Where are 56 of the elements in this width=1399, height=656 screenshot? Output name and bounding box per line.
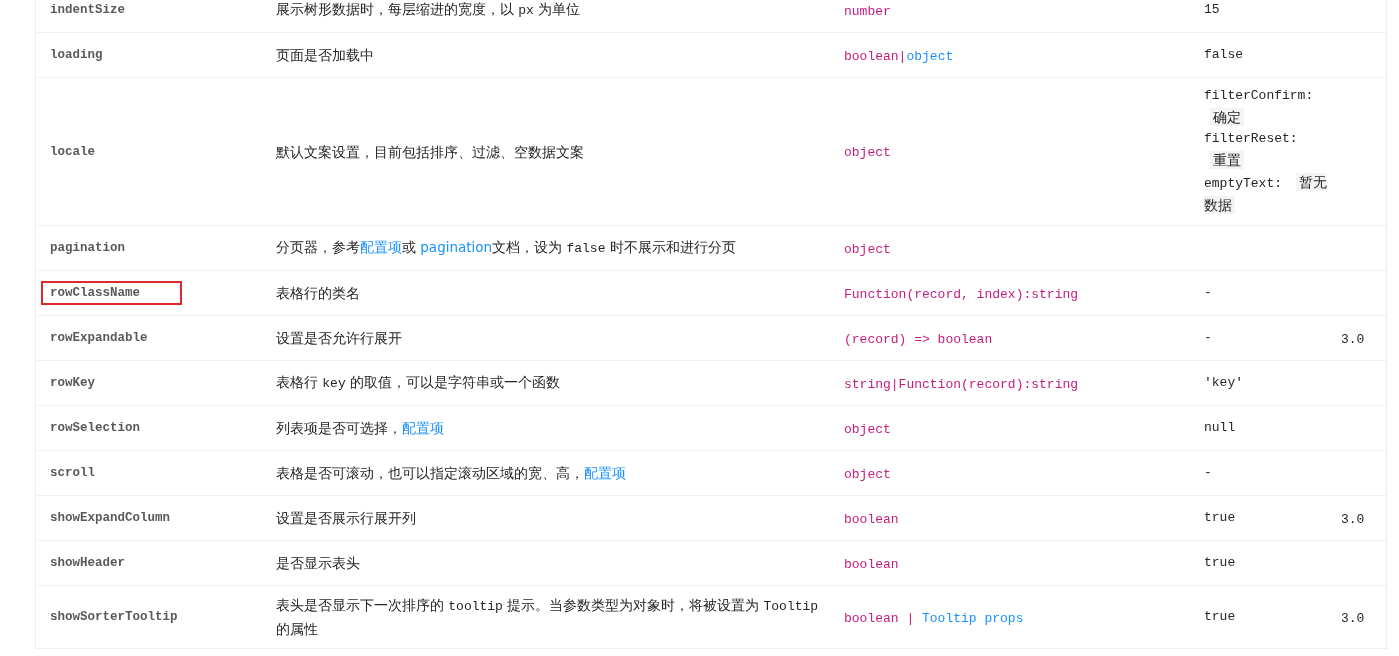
prop-name: locale — [49, 143, 96, 161]
description-text: 展示树形数据时，每层缩进的宽度，以 px 为单位 — [276, 1, 581, 17]
prop-name: showExpandColumn — [49, 510, 172, 527]
description-text: 表头是否显示下一次排序的 tooltip 提示。当参数类型为对象时，将被设置为 Tooltip 的属性 — [276, 597, 819, 637]
doc-link[interactable]: pagination — [420, 239, 493, 255]
version-text: 3.0 — [1341, 511, 1365, 527]
description-text: 页面是否加载中 — [276, 47, 374, 63]
doc-link[interactable]: 配置项 — [584, 465, 626, 481]
default-value: true — [1204, 607, 1237, 626]
prop-name: showSorterTooltip — [49, 609, 179, 626]
type-text: string|Function(record):string — [844, 376, 1079, 392]
doc-link[interactable]: 配置项 — [402, 420, 444, 436]
default-value: - — [1204, 283, 1213, 302]
default-value: 15 — [1204, 0, 1221, 19]
type-text: Function(record, index):string — [844, 286, 1079, 302]
description-text: 默认文案设置，目前包括排序、过滤、空数据文案 — [276, 143, 584, 160]
doc-link[interactable]: 配置项 — [360, 239, 402, 255]
description-text: 表格行的类名 — [276, 285, 360, 301]
prop-name: rowKey — [49, 375, 96, 392]
prop-name: scroll — [49, 465, 96, 482]
description-text: 表格行 key 的取值，可以是字符串或一个函数 — [276, 374, 560, 390]
type-text: object — [844, 421, 891, 437]
version-text: 3.0 — [1341, 331, 1365, 347]
type-link[interactable]: Tooltip props — [922, 610, 1024, 626]
type-text: number — [844, 3, 891, 19]
description-text: 分页器，参考配置项或 pagination文档，设为 false 时不展示和进行分页 — [276, 239, 736, 255]
default-value: null — [1204, 418, 1237, 437]
default-value: - — [1204, 463, 1213, 482]
type-text: (record) => boolean — [844, 331, 993, 347]
description-text: 是否显示表头 — [276, 555, 360, 571]
default-value: false — [1204, 45, 1244, 64]
type-link[interactable]: object — [906, 48, 954, 64]
prop-name: rowClassName — [41, 281, 182, 305]
description-text: 表格是否可滚动，也可以指定滚动区域的宽、高，配置项 — [276, 465, 626, 481]
type-text: boolean|object — [844, 48, 954, 64]
type-text: boolean — [844, 556, 899, 572]
prop-name: rowSelection — [49, 420, 141, 437]
type-text: boolean | Tooltip props — [844, 610, 1024, 626]
prop-name: loading — [49, 47, 104, 64]
description-text: 设置是否展示行展开列 — [276, 510, 416, 526]
description-text: 列表项是否可选择，配置项 — [276, 420, 444, 436]
version-text: 3.0 — [1341, 610, 1365, 626]
description-text: 设置是否允许行展开 — [276, 330, 402, 346]
default-value: - — [1204, 328, 1213, 347]
default-value: 'key' — [1204, 373, 1244, 392]
prop-name: showHeader — [49, 555, 126, 572]
type-text: object — [844, 466, 891, 482]
type-text: boolean — [844, 511, 899, 527]
default-value: filterConfirm: 确定 filterReset: 重置 emptyText: 暂无数据 — [1204, 87, 1327, 216]
prop-name: indentSize — [49, 2, 126, 19]
prop-name: pagination — [49, 240, 126, 257]
default-value: true — [1204, 553, 1237, 572]
type-text: object — [844, 145, 891, 160]
default-value: true — [1204, 508, 1237, 527]
type-text: object — [844, 241, 891, 257]
prop-name: rowExpandable — [49, 330, 149, 347]
